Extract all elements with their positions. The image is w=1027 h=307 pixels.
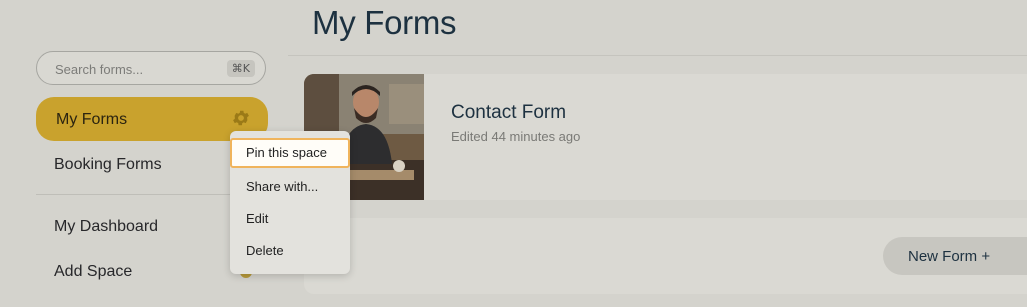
form-card[interactable]: Contact Form Edited 44 minutes ago xyxy=(304,74,1027,200)
title-divider xyxy=(288,55,1027,56)
sidebar-item-label: My Forms xyxy=(56,111,128,128)
sidebar-item-my-dashboard[interactable]: My Dashboard xyxy=(54,218,158,236)
sidebar-item-booking-forms[interactable]: Booking Forms xyxy=(54,156,162,174)
new-form-button[interactable]: New Form + xyxy=(883,237,1027,275)
form-title[interactable]: Contact Form xyxy=(451,102,566,124)
space-context-menu: Pin this space Share with... Edit Delete xyxy=(230,131,350,274)
menu-item-edit[interactable]: Edit xyxy=(230,204,350,234)
page-title: My Forms xyxy=(312,4,457,41)
search-shortcut-badge: ⌘K xyxy=(226,60,255,77)
search-placeholder: Search forms... xyxy=(55,62,144,77)
form-edited-time: Edited 44 minutes ago xyxy=(451,129,581,144)
menu-item-share[interactable]: Share with... xyxy=(230,172,350,202)
gear-icon[interactable] xyxy=(231,108,251,128)
menu-item-pin-space[interactable]: Pin this space xyxy=(230,138,350,168)
search-input[interactable]: Search forms... ⌘K xyxy=(36,51,266,85)
menu-item-delete[interactable]: Delete xyxy=(230,236,350,266)
new-form-label: New Form + xyxy=(908,248,991,265)
sidebar-item-add-space[interactable]: Add Space xyxy=(54,263,132,281)
